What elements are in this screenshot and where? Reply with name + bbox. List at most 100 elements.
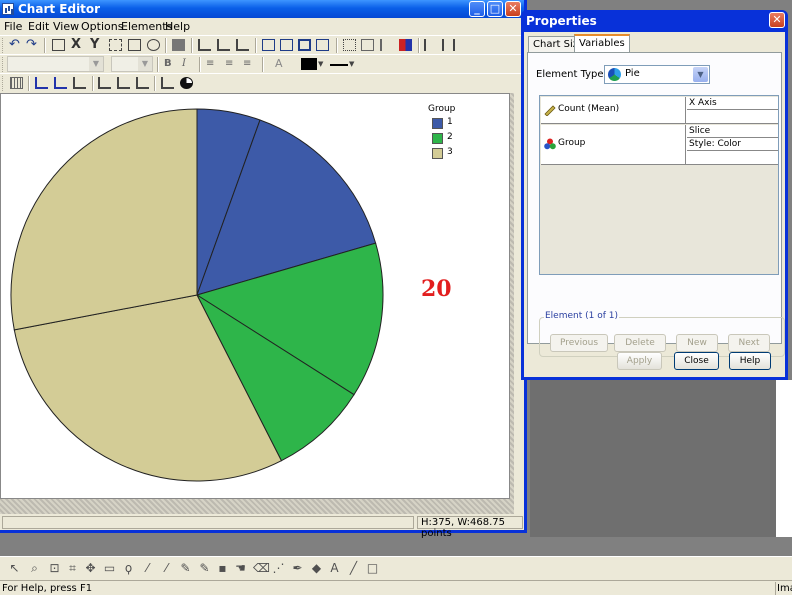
select-arrow-icon[interactable]: ↖ bbox=[8, 562, 21, 575]
y-axis-icon[interactable]: Y bbox=[90, 38, 103, 51]
variable-slot-slice[interactable]: Slice bbox=[687, 125, 778, 138]
maximize-button[interactable]: □ bbox=[487, 1, 503, 17]
variable-slot-x-axis[interactable]: X Axis bbox=[687, 97, 778, 110]
stamp-icon[interactable]: ▪ bbox=[216, 562, 229, 575]
properties-close-icon[interactable]: ✕ bbox=[769, 12, 785, 28]
textbox-icon[interactable] bbox=[298, 39, 311, 51]
align-bottom-icon[interactable] bbox=[217, 39, 230, 51]
zoom-icon[interactable]: ⌕ bbox=[28, 562, 41, 575]
variable-name-cell: Count (Mean) bbox=[541, 97, 686, 123]
variable-row-count-mean[interactable]: Count (Mean) X Axis bbox=[541, 97, 778, 124]
element-type-label: Element Type: bbox=[536, 69, 607, 80]
toolbar-grip bbox=[2, 76, 5, 91]
help-button[interactable]: Help bbox=[729, 352, 771, 370]
align-right-text-icon[interactable]: ≡ bbox=[243, 58, 256, 70]
properties-icon[interactable] bbox=[52, 39, 65, 51]
menu-bar: File Edit View Options Elements Help bbox=[0, 18, 524, 35]
pie-slice-group-3[interactable] bbox=[10, 108, 198, 331]
tab-variables[interactable]: Variables bbox=[574, 34, 630, 52]
annotation-icon[interactable] bbox=[316, 39, 329, 51]
spray-icon[interactable]: ⋰ bbox=[272, 562, 285, 575]
text-tool-icon[interactable]: A bbox=[328, 562, 341, 575]
table-icon[interactable] bbox=[361, 39, 374, 51]
chevron-down-icon[interactable]: ▼ bbox=[349, 58, 362, 70]
align-left-text-icon[interactable]: ≡ bbox=[206, 58, 219, 70]
crop-icon[interactable]: ⌗ bbox=[66, 562, 79, 575]
bar-icon[interactable] bbox=[442, 39, 455, 51]
smudge-icon[interactable]: ☚ bbox=[234, 562, 247, 575]
undo-icon[interactable]: ↶ bbox=[9, 38, 22, 51]
close-dialog-button[interactable]: Close bbox=[674, 352, 719, 370]
menu-help[interactable]: Help bbox=[165, 20, 190, 33]
fill-color-swatch[interactable] bbox=[301, 58, 317, 70]
menu-file[interactable]: File bbox=[4, 20, 22, 33]
frame-icon[interactable]: ⊡ bbox=[48, 562, 61, 575]
menu-edit[interactable]: Edit bbox=[28, 20, 49, 33]
redo-icon[interactable]: ↷ bbox=[26, 38, 39, 51]
rectangle-select-icon[interactable]: ▭ bbox=[103, 562, 116, 575]
previous-button[interactable]: Previous bbox=[550, 334, 608, 352]
new-button[interactable]: New bbox=[676, 334, 718, 352]
variable-slot-empty[interactable] bbox=[687, 151, 778, 164]
data-editor-icon[interactable] bbox=[10, 77, 23, 89]
lasso-icon[interactable] bbox=[147, 39, 160, 51]
bar-chart-icon[interactable] bbox=[35, 77, 48, 89]
nominal-variable-icon bbox=[544, 138, 556, 150]
align-center-text-icon[interactable]: ≡ bbox=[225, 58, 238, 70]
interpolation-icon[interactable] bbox=[117, 77, 130, 89]
delete-button[interactable]: Delete bbox=[614, 334, 666, 352]
variable-slot-style-color[interactable]: Style: Color bbox=[687, 138, 778, 151]
dodge-icon[interactable]: ✒ bbox=[291, 562, 304, 575]
eyedropper-icon[interactable]: ⁄ bbox=[160, 562, 173, 575]
brush-icon[interactable]: ✎ bbox=[198, 562, 211, 575]
x-axis-icon[interactable]: X bbox=[71, 38, 84, 51]
font-size-select[interactable]: ▼ bbox=[111, 56, 153, 72]
footnote-icon[interactable] bbox=[280, 39, 293, 51]
line-tool-icon[interactable]: ╱ bbox=[347, 562, 360, 575]
stack-icon[interactable] bbox=[172, 39, 185, 51]
pencil-icon[interactable]: ✎ bbox=[179, 562, 192, 575]
align-left-icon[interactable] bbox=[198, 39, 211, 51]
align-diagonal-icon[interactable] bbox=[236, 39, 249, 51]
chart-canvas[interactable]: Group 1 2 3 20 bbox=[0, 93, 510, 499]
histogram-icon[interactable] bbox=[54, 77, 67, 89]
scale-icon[interactable] bbox=[109, 39, 122, 51]
legend-icon[interactable] bbox=[380, 39, 393, 51]
variable-row-group[interactable]: Group Slice Style: Color bbox=[541, 125, 778, 165]
transpose-icon[interactable] bbox=[424, 39, 437, 51]
italic-icon[interactable]: I bbox=[182, 58, 195, 70]
chevron-down-icon[interactable]: ▼ bbox=[693, 67, 708, 82]
data-labels-icon[interactable] bbox=[399, 39, 412, 51]
lasso-select-icon[interactable]: ϙ bbox=[122, 562, 135, 575]
bold-icon[interactable]: B bbox=[164, 58, 177, 70]
fit-line-icon[interactable] bbox=[98, 77, 111, 89]
fill-bucket-icon[interactable]: ◆ bbox=[310, 562, 323, 575]
variable-slot-empty[interactable] bbox=[687, 110, 778, 123]
close-button[interactable]: ✕ bbox=[505, 1, 521, 17]
minimize-button[interactable]: _ bbox=[469, 1, 485, 17]
next-button[interactable]: Next bbox=[728, 334, 770, 352]
line-chart-icon[interactable] bbox=[73, 77, 86, 89]
rescale-icon[interactable] bbox=[128, 39, 141, 51]
move-icon[interactable]: ✥ bbox=[84, 562, 97, 575]
font-family-select[interactable]: ▼ bbox=[7, 56, 104, 72]
eraser-icon[interactable]: ⌫ bbox=[253, 562, 270, 575]
element-group-label: Element (1 of 1) bbox=[544, 311, 619, 321]
apply-button[interactable]: Apply bbox=[617, 352, 662, 370]
area-chart-icon[interactable] bbox=[161, 77, 174, 89]
rectangle-tool-icon[interactable]: □ bbox=[366, 562, 379, 575]
chart-editor-statusbar: H:375, W:468.75 points bbox=[0, 515, 524, 539]
menu-view[interactable]: View bbox=[53, 20, 79, 33]
magic-wand-icon[interactable]: ⁄ bbox=[141, 562, 154, 575]
element-type-select[interactable]: Pie ▼ bbox=[604, 65, 710, 84]
line-style-icon[interactable] bbox=[330, 58, 348, 66]
reference-line-icon[interactable] bbox=[136, 77, 149, 89]
grid-icon[interactable] bbox=[343, 39, 356, 51]
chart-canvas-frame: Group 1 2 3 20 bbox=[0, 93, 514, 514]
pie-explode-icon[interactable] bbox=[180, 77, 193, 89]
text-color-icon[interactable]: A bbox=[275, 58, 288, 70]
chart-annotation-text[interactable]: 20 bbox=[421, 276, 452, 302]
title-icon[interactable] bbox=[262, 39, 275, 51]
chart-editor-titlebar[interactable]: Chart Editor _ □ ✕ bbox=[0, 0, 524, 18]
menu-options[interactable]: Options bbox=[81, 20, 123, 33]
